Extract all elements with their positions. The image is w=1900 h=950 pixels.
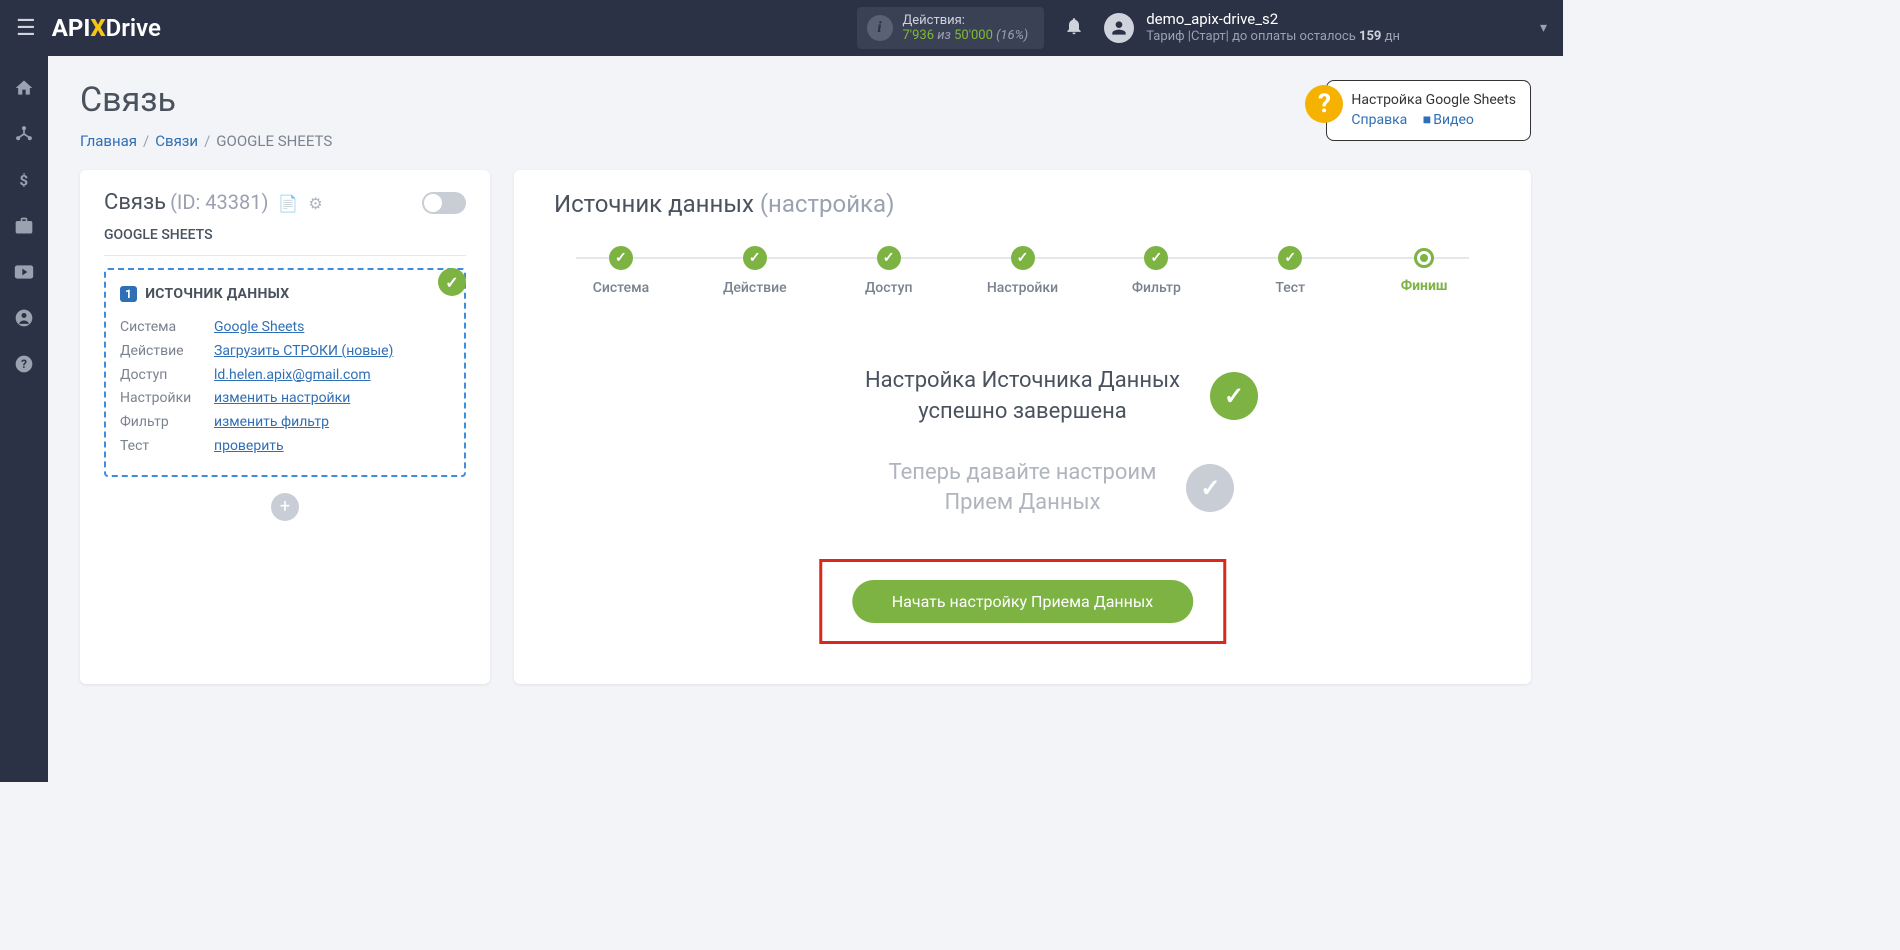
breadcrumb: Главная/Связи/GOOGLE SHEETS <box>80 132 1531 150</box>
connections-icon[interactable] <box>12 122 36 146</box>
lbl-system: Система <box>120 316 214 340</box>
val-settings[interactable]: изменить настройки <box>214 387 350 411</box>
home-icon[interactable] <box>12 76 36 100</box>
user-name: demo_apix-drive_s2 <box>1146 10 1400 30</box>
check-badge-icon <box>438 268 466 296</box>
conn-title: Связь <box>104 190 166 215</box>
bc-current: GOOGLE SHEETS <box>216 132 332 150</box>
actions-label: Действия: <box>903 13 1029 28</box>
user-block[interactable]: demo_apix-drive_s2 Тариф |Старт| до опла… <box>1104 10 1400 46</box>
sidebar: $ ? <box>0 56 48 782</box>
step-action[interactable]: ✓Действие <box>688 246 822 296</box>
val-access[interactable]: ld.helen.apix@gmail.com <box>214 364 371 388</box>
source-head: 1 ИСТОЧНИК ДАННЫХ <box>120 286 450 302</box>
gear-icon[interactable]: ⚙ <box>308 194 322 213</box>
user-icon[interactable] <box>12 306 36 330</box>
question-icon: ? <box>1305 85 1343 123</box>
svg-text:$: $ <box>20 171 29 189</box>
conn-id: (ID: 43381) <box>170 190 268 214</box>
lbl-settings: Настройки <box>120 387 214 411</box>
check-icon-gray: ✓ <box>1186 464 1234 512</box>
help-icon[interactable]: ? <box>12 352 36 376</box>
add-button[interactable]: + <box>271 493 299 521</box>
actions-used: 7'936 <box>903 28 935 43</box>
actions-box[interactable]: i Действия: 7'936 из 50'000 (16%) <box>857 7 1045 49</box>
step-settings[interactable]: ✓Настройки <box>956 246 1090 296</box>
lbl-action: Действие <box>120 340 214 364</box>
tariff-info: Тариф |Старт| до оплаты осталось 159 дн <box>1146 29 1400 46</box>
right-title: Источник данных (настройка) <box>554 190 1491 218</box>
bell-icon[interactable] <box>1064 16 1084 41</box>
lbl-test: Тест <box>120 435 214 459</box>
success-message: Настройка Источника Данныхуспешно заверш… <box>554 366 1491 428</box>
topbar: ☰ APIXDrive i Действия: 7'936 из 50'000 … <box>0 0 1563 56</box>
help-link-video[interactable]: ■Видео <box>1423 112 1474 128</box>
start-receiver-button[interactable]: Начать настройку Приема Данных <box>852 580 1193 623</box>
info-icon: i <box>867 15 893 41</box>
step-test[interactable]: ✓Тест <box>1223 246 1357 296</box>
check-icon: ✓ <box>1210 372 1258 420</box>
next-step-message: Теперь давайте настроимПрием Данных ✓ <box>554 458 1491 520</box>
num-badge: 1 <box>120 286 137 302</box>
menu-icon[interactable]: ☰ <box>16 16 36 41</box>
left-panel: Связь (ID: 43381) 📄 ⚙ GOOGLE SHEETS 1 ИС… <box>80 170 490 684</box>
actions-pct: (16%) <box>993 28 1028 43</box>
val-action[interactable]: Загрузить СТРОКИ (новые) <box>214 340 393 364</box>
camera-icon: ■ <box>1423 112 1431 128</box>
step-system[interactable]: ✓Система <box>554 246 688 296</box>
bc-home[interactable]: Главная <box>80 132 137 150</box>
help-box: ? Настройка Google Sheets Справка ■Видео <box>1326 80 1531 141</box>
step-access[interactable]: ✓Доступ <box>822 246 956 296</box>
avatar-icon <box>1104 13 1134 43</box>
actions-total: 50'000 <box>954 28 993 43</box>
chevron-down-icon[interactable]: ▾ <box>1540 20 1547 36</box>
val-system[interactable]: Google Sheets <box>214 316 304 340</box>
briefcase-icon[interactable] <box>12 214 36 238</box>
conn-subtitle: GOOGLE SHEETS <box>104 227 466 256</box>
right-panel: Источник данных (настройка) ✓Система ✓Де… <box>514 170 1531 684</box>
lbl-filter: Фильтр <box>120 411 214 435</box>
svg-text:?: ? <box>21 357 27 371</box>
val-filter[interactable]: изменить фильтр <box>214 411 329 435</box>
logo[interactable]: APIXDrive <box>52 14 161 42</box>
main: Связь Главная/Связи/GOOGLE SHEETS ? Наст… <box>48 56 1563 782</box>
cta-highlight: Начать настройку Приема Данных <box>819 559 1226 644</box>
source-box[interactable]: 1 ИСТОЧНИК ДАННЫХ СистемаGoogle Sheets Д… <box>104 268 466 477</box>
help-link-docs[interactable]: Справка <box>1351 112 1407 128</box>
video-icon[interactable] <box>12 260 36 284</box>
bc-connections[interactable]: Связи <box>155 132 198 150</box>
stepper: ✓Система ✓Действие ✓Доступ ✓Настройки ✓Ф… <box>554 246 1491 296</box>
step-filter[interactable]: ✓Фильтр <box>1089 246 1223 296</box>
enable-toggle[interactable] <box>422 192 466 214</box>
help-title: Настройка Google Sheets <box>1351 91 1516 111</box>
val-test[interactable]: проверить <box>214 435 284 459</box>
step-finish[interactable]: Финиш <box>1357 246 1491 294</box>
dollar-icon[interactable]: $ <box>12 168 36 192</box>
doc-icon[interactable]: 📄 <box>278 194 298 213</box>
lbl-access: Доступ <box>120 364 214 388</box>
